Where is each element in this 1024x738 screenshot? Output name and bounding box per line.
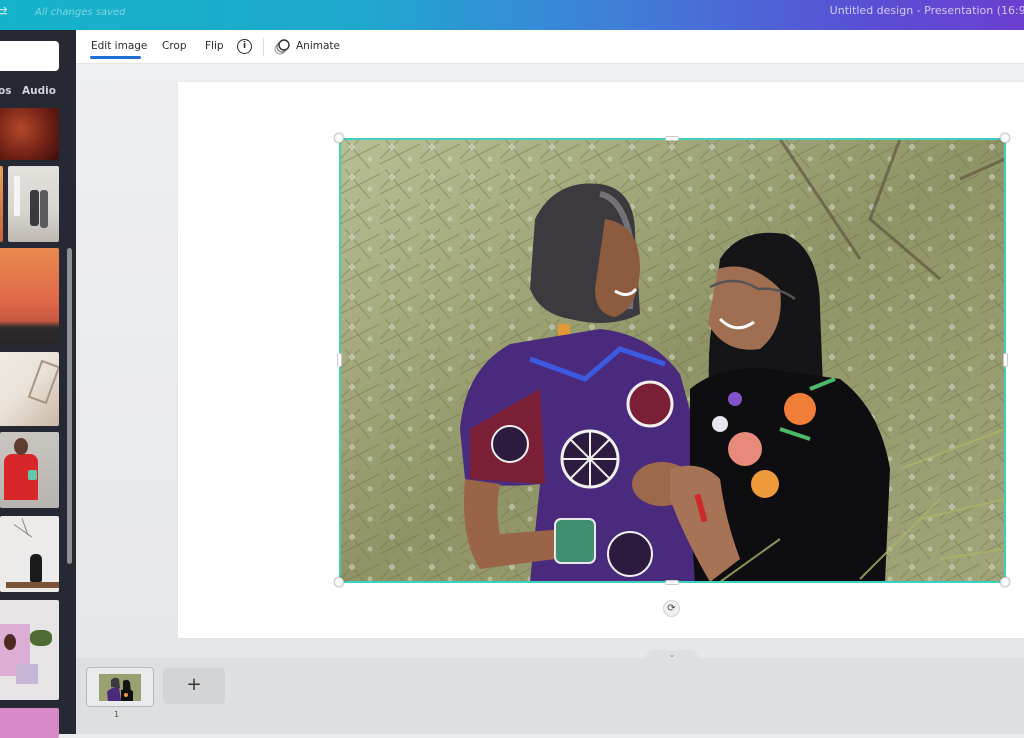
- save-status: All changes saved: [35, 7, 126, 18]
- animate-icon[interactable]: [274, 39, 290, 55]
- info-icon[interactable]: i: [237, 39, 252, 54]
- media-thumbnail[interactable]: [0, 600, 59, 700]
- page-number: 1: [114, 710, 120, 719]
- crop-button[interactable]: Crop: [162, 40, 187, 52]
- search-input[interactable]: [0, 41, 59, 71]
- media-thumbnail[interactable]: [0, 432, 59, 508]
- resize-handle-top-right[interactable]: [1000, 133, 1010, 143]
- page-thumbnail-preview: [99, 674, 141, 701]
- tab-photos[interactable]: os: [0, 85, 11, 97]
- document-title[interactable]: Untitled design - Presentation (16:9): [830, 4, 1024, 17]
- media-thumbnail[interactable]: [0, 516, 59, 592]
- media-thumbnail[interactable]: [0, 166, 3, 242]
- left-side-panel: os Audio ‹: [0, 30, 86, 738]
- media-thumbnail[interactable]: [0, 352, 59, 426]
- selected-photo[interactable]: [340, 139, 1005, 582]
- page-thumbnail[interactable]: [86, 667, 154, 707]
- active-tab-indicator: [90, 56, 141, 59]
- resize-handle-bottom-right[interactable]: [1000, 577, 1010, 587]
- media-thumbnail[interactable]: [8, 166, 59, 242]
- rotate-icon[interactable]: ⟳: [663, 600, 680, 617]
- chevron-down-icon[interactable]: ⌄: [646, 650, 698, 660]
- resize-handle-top[interactable]: [665, 136, 679, 141]
- flip-button[interactable]: Flip: [205, 40, 224, 52]
- resize-handle-left[interactable]: [337, 353, 342, 367]
- add-page-button[interactable]: +: [163, 668, 225, 704]
- context-toolbar: Edit image Crop Flip i Animate: [76, 30, 1024, 64]
- toolbar-divider: [263, 38, 264, 56]
- resize-handle-bottom-left[interactable]: [334, 577, 344, 587]
- photo-content: [340, 139, 1005, 582]
- tab-audio[interactable]: Audio: [22, 85, 56, 97]
- top-bar: ⇄ All changes saved Untitled design - Pr…: [0, 0, 1024, 30]
- sync-arrows-icon[interactable]: ⇄: [0, 4, 8, 20]
- media-thumbnail[interactable]: [0, 248, 59, 345]
- pages-strip: ⌄ 1 +: [76, 650, 1024, 734]
- resize-handle-bottom[interactable]: [665, 580, 679, 585]
- resize-handle-right[interactable]: [1003, 353, 1008, 367]
- edit-image-button[interactable]: Edit image: [91, 40, 147, 52]
- resize-handle-top-left[interactable]: [334, 133, 344, 143]
- animate-button[interactable]: Animate: [296, 40, 340, 52]
- media-thumbnail[interactable]: [0, 108, 59, 160]
